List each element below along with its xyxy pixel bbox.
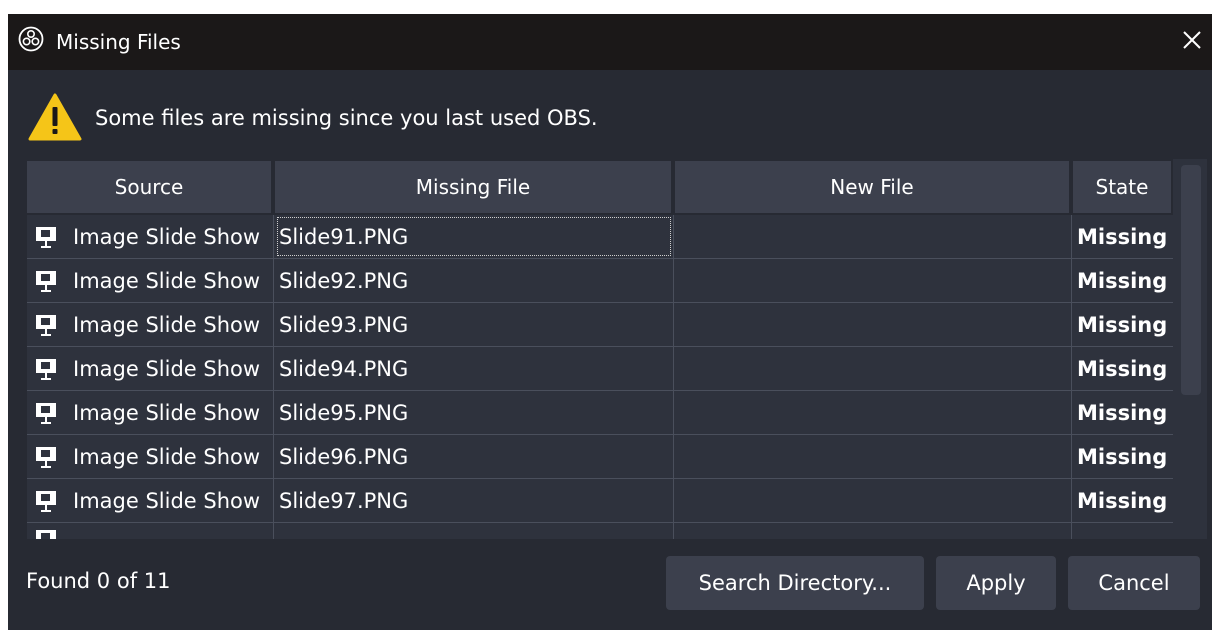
source-cell: Image Slide Show [27,391,273,434]
column-header-state[interactable]: State [1073,161,1171,213]
source-name: Image Slide Show [73,444,261,469]
missing-file-cell[interactable]: Slide96.PNG [275,435,673,478]
missing-files-table: Source Missing File New File State Image… [27,159,1207,539]
title-bar: Missing Files [8,14,1212,70]
window-title: Missing Files [56,30,181,54]
table-row[interactable]: Image Slide Show Slide91.PNG Missing [27,215,1173,259]
cancel-button[interactable]: Cancel [1068,556,1200,610]
table-row[interactable]: Image Slide Show Slide96.PNG Missing [27,435,1173,479]
source-cell: Image Slide Show [27,215,273,258]
source-name: Image Slide Show [73,224,261,249]
apply-button[interactable]: Apply [936,556,1056,610]
state-cell: Missing [1077,268,1168,293]
state-cell: Missing [1077,400,1168,425]
source-name: Image Slide Show [73,268,261,293]
new-file-cell[interactable] [675,215,1071,258]
missing-files-dialog: Missing Files Some files are missing sin… [8,14,1212,630]
slideshow-icon [36,446,56,468]
source-name: Image Slide Show [73,400,261,425]
vertical-scrollbar[interactable] [1177,161,1205,539]
close-icon [1183,31,1201,49]
new-file-cell[interactable] [675,259,1071,302]
new-file-cell[interactable] [675,303,1071,346]
column-header-source[interactable]: Source [27,161,271,213]
source-cell: Image Slide Show [27,303,273,346]
new-file-cell[interactable] [675,435,1071,478]
missing-file-cell[interactable]: Slide91.PNG [275,215,673,258]
warning-message: Some files are missing since you last us… [95,106,598,130]
close-button[interactable] [1172,20,1212,60]
source-name: Image Slide Show [73,356,261,381]
missing-file-cell[interactable]: Slide94.PNG [275,347,673,390]
table-row[interactable]: Image Slide Show Slide93.PNG Missing [27,303,1173,347]
new-file-cell[interactable] [675,479,1071,522]
warning-icon [28,93,82,141]
table-row[interactable]: Image Slide Show Slide92.PNG Missing [27,259,1173,303]
missing-file-cell[interactable]: Slide93.PNG [275,303,673,346]
source-cell: Image Slide Show [27,259,273,302]
slideshow-icon [36,314,56,336]
slideshow-icon [36,226,56,248]
missing-file-cell[interactable]: Slide92.PNG [275,259,673,302]
search-directory-button[interactable]: Search Directory... [666,556,924,610]
source-cell [27,523,273,539]
state-cell: Missing [1077,356,1168,381]
source-cell: Image Slide Show [27,435,273,478]
missing-file-cell[interactable]: Slide95.PNG [275,391,673,434]
scrollbar-thumb[interactable] [1181,165,1201,395]
source-cell: Image Slide Show [27,347,273,390]
slideshow-icon [36,270,56,292]
table-row[interactable]: Image Slide Show Slide94.PNG Missing [27,347,1173,391]
new-file-cell[interactable] [675,347,1071,390]
state-cell: Missing [1077,224,1168,249]
slideshow-icon [36,490,56,512]
new-file-cell[interactable] [675,391,1071,434]
slideshow-icon [36,530,56,539]
column-header-missing-file[interactable]: Missing File [275,161,671,213]
table-row[interactable]: Image Slide Show Slide97.PNG Missing [27,479,1173,523]
table-row[interactable]: Image Slide Show Slide95.PNG Missing [27,391,1173,435]
state-cell: Missing [1077,444,1168,469]
found-status: Found 0 of 11 [26,569,171,593]
missing-file-cell[interactable]: Slide97.PNG [275,479,673,522]
source-cell: Image Slide Show [27,479,273,522]
table-row[interactable] [27,523,1173,539]
source-name: Image Slide Show [73,488,261,513]
state-cell: Missing [1077,312,1168,337]
column-header-new-file[interactable]: New File [675,161,1069,213]
slideshow-icon [36,358,56,380]
obs-logo-icon [18,26,44,52]
slideshow-icon [36,402,56,424]
source-name: Image Slide Show [73,312,261,337]
state-cell: Missing [1077,488,1168,513]
table-header: Source Missing File New File State [27,159,1173,215]
